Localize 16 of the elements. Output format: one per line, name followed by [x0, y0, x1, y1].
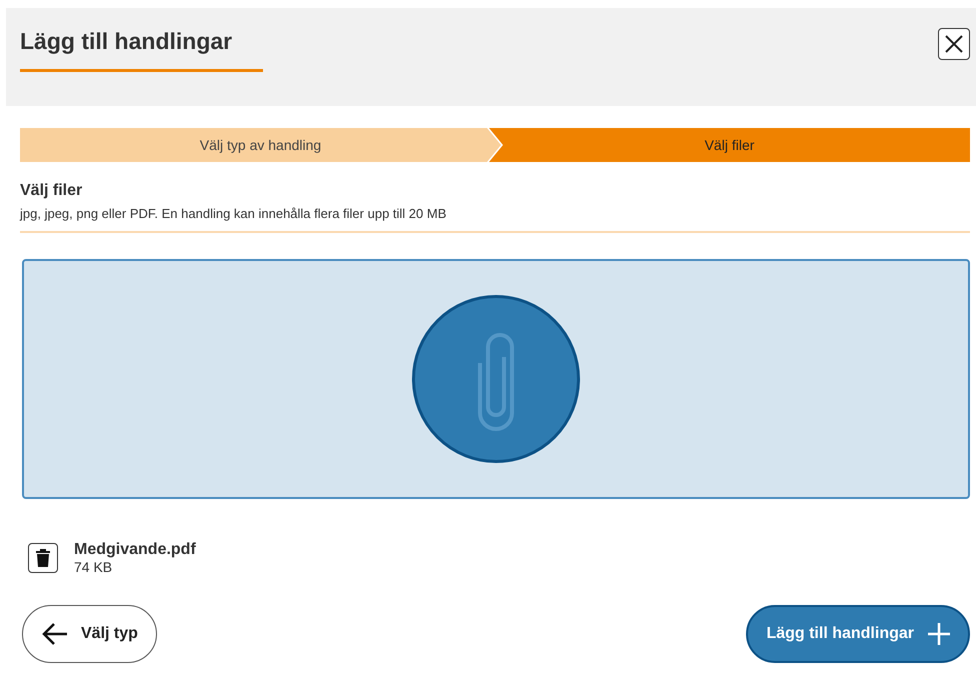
- arrow-left-icon: [41, 622, 69, 646]
- step-tab[interactable]: Välj filer: [489, 128, 970, 162]
- back-button[interactable]: Välj typ: [22, 605, 157, 663]
- section-description: jpg, jpeg, png eller PDF. En handling kan innehålla flera filer upp till 20 MB: [20, 206, 448, 221]
- plus-icon: [926, 621, 952, 647]
- trash-icon: [35, 548, 51, 568]
- file-size: 74 KB: [74, 559, 114, 575]
- step-tab[interactable]: Välj typ av handling: [20, 128, 501, 162]
- dialog-title: Lägg till handlingar: [20, 28, 234, 55]
- file-drop-zone[interactable]: [22, 259, 970, 499]
- section-heading: Välj filer: [20, 182, 84, 200]
- file-name: Medgivande.pdf: [74, 541, 196, 559]
- delete-button[interactable]: [28, 543, 58, 573]
- close-button[interactable]: [938, 28, 970, 60]
- close-icon: [944, 34, 964, 54]
- submit-button[interactable]: Lägg till handlingar: [746, 605, 970, 663]
